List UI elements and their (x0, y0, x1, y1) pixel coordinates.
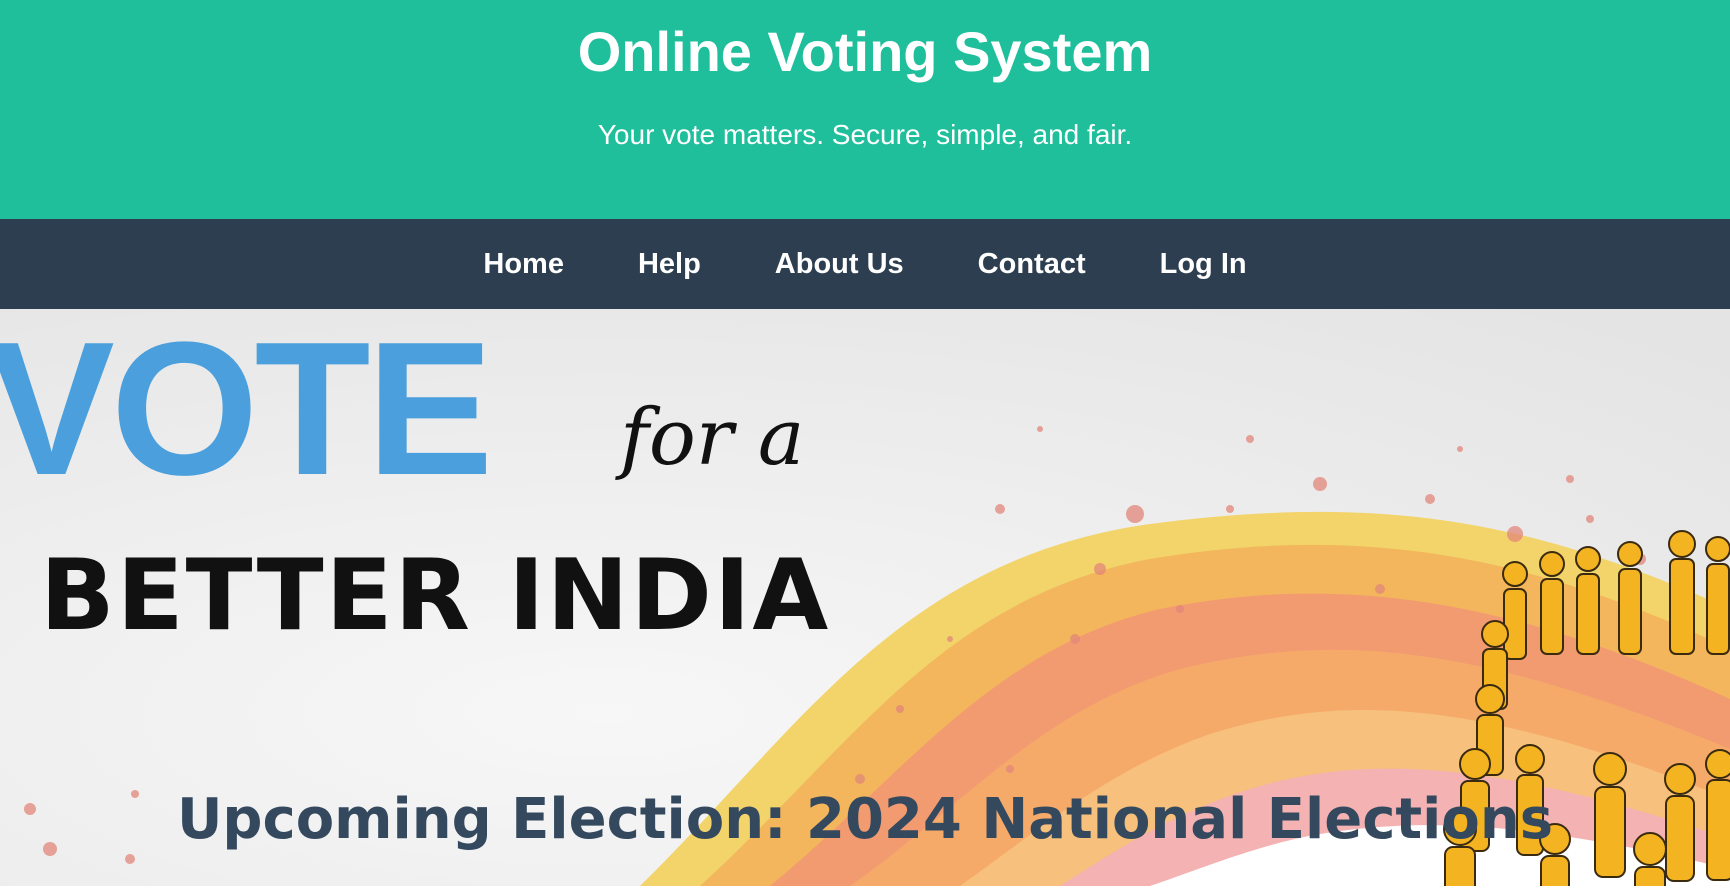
nav-about-us-link[interactable]: About Us (775, 248, 904, 281)
banner-vote-text: VOTE (0, 309, 489, 515)
site-tagline: Your vote matters. Secure, simple, and f… (597, 119, 1133, 150)
nav-contact-link[interactable]: Contact (978, 248, 1086, 281)
site-title: Online Voting System (577, 20, 1153, 83)
banner-for-a-text: for a (615, 393, 804, 483)
nav-help-link[interactable]: Help (638, 248, 701, 281)
hero-banner: VOTE for a BETTER INDIA Upcoming Electio… (0, 309, 1730, 886)
upcoming-election-heading: Upcoming Election: 2024 National Electio… (176, 787, 1554, 852)
banner-better-india-text: BETTER INDIA (40, 539, 830, 653)
nav-log-in-link[interactable]: Log In (1160, 248, 1247, 281)
main-navbar: Home Help About Us Contact Log In (0, 219, 1730, 309)
nav-home-link[interactable]: Home (483, 248, 564, 281)
site-header: Online Voting System Your vote matters. … (0, 0, 1730, 219)
